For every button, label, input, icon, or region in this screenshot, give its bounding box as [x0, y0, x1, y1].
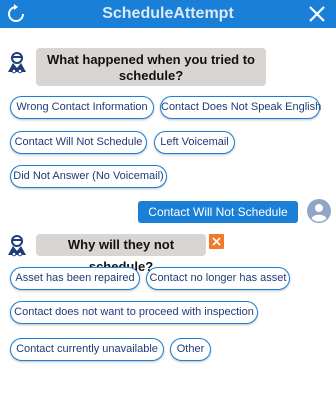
bot-avatar-icon [8, 52, 26, 74]
option-contact-currently-unavailable[interactable]: Contact currently unavailable [10, 338, 164, 361]
option-contact-no-longer-has-asset[interactable]: Contact no longer has asset [146, 267, 290, 290]
bot-avatar-icon [8, 235, 26, 257]
close-icon[interactable] [306, 3, 328, 25]
option-did-not-answer[interactable]: Did Not Answer (No Voicemail) [10, 165, 167, 188]
option-asset-has-been-repaired[interactable]: Asset has been repaired [10, 267, 140, 290]
option-contact-does-not-want-to-proceed[interactable]: Contact does not want to proceed with in… [10, 301, 258, 324]
app-header: ScheduleAttempt [0, 0, 336, 28]
bot-message: Why will they not schedule? [36, 234, 206, 274]
header-title: ScheduleAttempt [102, 5, 234, 22]
user-message: Contact Will Not Schedule [138, 201, 298, 223]
user-avatar-icon [307, 199, 331, 223]
option-contact-will-not-schedule[interactable]: Contact Will Not Schedule [10, 131, 147, 154]
option-wrong-contact-information[interactable]: Wrong Contact Information [10, 96, 154, 119]
option-other[interactable]: Other [170, 338, 211, 361]
close-box-icon[interactable] [209, 234, 224, 249]
option-contact-does-not-speak-english[interactable]: Contact Does Not Speak English [160, 96, 321, 119]
bot-message: What happened when you tried to schedule… [36, 48, 266, 86]
option-left-voicemail[interactable]: Left Voicemail [154, 131, 235, 154]
